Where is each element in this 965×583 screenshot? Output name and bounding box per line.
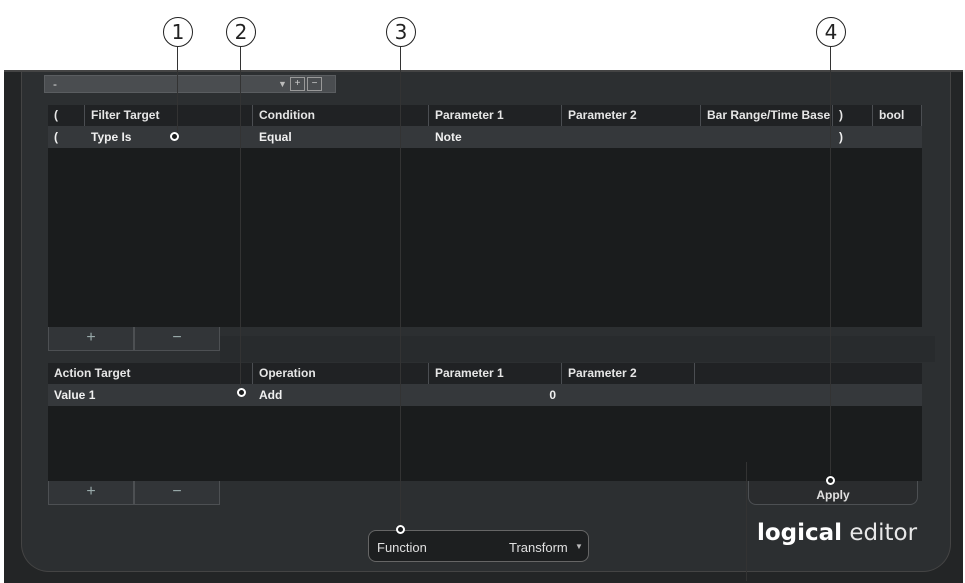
- col-open-bracket[interactable]: (: [48, 105, 85, 126]
- col-bar-range[interactable]: Bar Range/Time Base: [701, 105, 833, 126]
- callout-2-marker: [237, 388, 246, 397]
- cell-condition[interactable]: Equal: [253, 126, 429, 148]
- cell-operation[interactable]: Add: [253, 384, 429, 406]
- filter-conditions-table: ( Filter Target Condition Parameter 1 Pa…: [48, 105, 922, 327]
- cell-action-parameter-2[interactable]: [562, 384, 695, 406]
- cell-action-target[interactable]: Value 1: [48, 384, 253, 406]
- callout-2: 2: [226, 17, 256, 47]
- callout-4: 4: [816, 17, 846, 47]
- action-row[interactable]: Value 1 Add 0: [48, 384, 922, 406]
- add-filter-line-button[interactable]: +: [48, 327, 134, 351]
- callout-3-marker: [396, 525, 405, 534]
- col-action-parameter-2[interactable]: Parameter 2: [562, 363, 695, 384]
- remove-action-line-button[interactable]: −: [134, 481, 220, 505]
- callout-4-marker: [826, 476, 835, 485]
- cell-parameter-1[interactable]: Note: [429, 126, 562, 148]
- filter-row[interactable]: ( Type Is Equal Note ): [48, 126, 922, 148]
- cell-filter-target[interactable]: Type Is: [85, 126, 253, 148]
- cell-bool[interactable]: [873, 126, 922, 148]
- callout-3: 3: [386, 17, 416, 47]
- preset-value: -: [53, 77, 57, 91]
- preset-selector[interactable]: - ▼ + −: [44, 75, 336, 93]
- section-separator: [220, 336, 935, 362]
- col-action-target[interactable]: Action Target: [48, 363, 253, 384]
- cell-bar-range[interactable]: [701, 126, 833, 148]
- action-list-table: Action Target Operation Parameter 1 Para…: [48, 363, 922, 481]
- add-action-line-button[interactable]: +: [48, 481, 134, 505]
- function-label: Function: [377, 540, 427, 555]
- logo-leader: [746, 462, 747, 581]
- col-operation[interactable]: Operation: [253, 363, 429, 384]
- logical-editor-logo: logical editor: [757, 520, 917, 546]
- apply-button[interactable]: Apply: [748, 481, 918, 505]
- store-preset-icon[interactable]: +: [290, 77, 305, 91]
- col-parameter-1[interactable]: Parameter 1: [429, 105, 562, 126]
- col-action-parameter-1[interactable]: Parameter 1: [429, 363, 562, 384]
- col-bool[interactable]: bool: [873, 105, 922, 126]
- action-header: Action Target Operation Parameter 1 Para…: [48, 363, 922, 384]
- chevron-down-icon: ▼: [575, 542, 583, 551]
- callout-4-leader: [830, 47, 831, 475]
- logo-bold-word: logical: [757, 520, 843, 546]
- col-parameter-2[interactable]: Parameter 2: [562, 105, 701, 126]
- function-value[interactable]: Transform: [509, 540, 568, 555]
- function-selector[interactable]: Function Transform ▼: [368, 530, 589, 562]
- col-close-bracket[interactable]: ): [833, 105, 873, 126]
- callout-1-leader: [177, 47, 178, 137]
- cell-action-parameter-1[interactable]: 0: [429, 384, 562, 406]
- col-filter-target[interactable]: Filter Target: [85, 105, 253, 126]
- callout-1-marker: [170, 132, 179, 141]
- callout-3-leader: [400, 47, 401, 525]
- remove-filter-line-button[interactable]: −: [134, 327, 220, 351]
- filter-header: ( Filter Target Condition Parameter 1 Pa…: [48, 105, 922, 126]
- callout-2-leader: [240, 47, 241, 386]
- logo-light-word: editor: [849, 520, 918, 546]
- chevron-down-icon: ▼: [278, 79, 287, 89]
- cell-open-bracket[interactable]: (: [48, 126, 85, 148]
- remove-preset-icon[interactable]: −: [307, 77, 322, 91]
- cell-parameter-2[interactable]: [562, 126, 701, 148]
- col-condition[interactable]: Condition: [253, 105, 429, 126]
- callout-1: 1: [163, 17, 193, 47]
- cell-close-bracket[interactable]: ): [833, 126, 873, 148]
